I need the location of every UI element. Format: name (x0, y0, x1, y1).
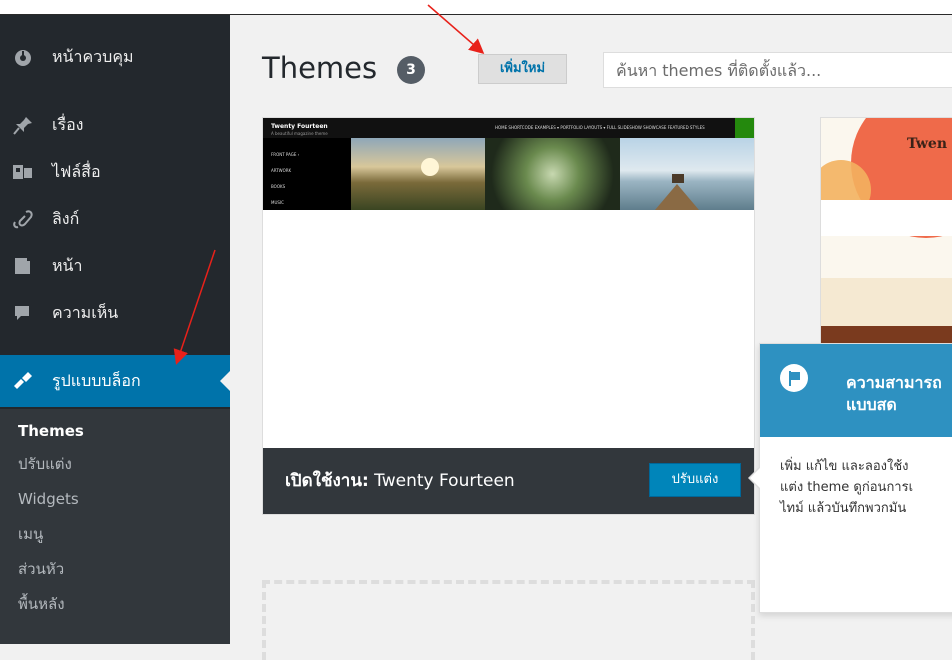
sidebar-item-dashboard[interactable]: หน้าควบคุม (0, 35, 230, 79)
media-icon (12, 162, 34, 182)
sidebar-item-label: รูปแบบบล็อก (52, 371, 141, 390)
theme-card-active[interactable]: Twenty Fourteen A beautiful magazine the… (262, 117, 755, 515)
pointer-body-line: เพิ่ม แก้ไข และลองใช้ง (780, 459, 909, 474)
comment-icon (12, 303, 34, 323)
submenu-themes[interactable]: Themes (18, 421, 84, 441)
submenu-header[interactable]: ส่วนหัว (18, 559, 64, 579)
top-edge (0, 0, 952, 15)
theme-count-badge: 3 (397, 56, 425, 84)
submenu-customize[interactable]: ปรับแต่ง (18, 454, 72, 474)
sidebar-item-links[interactable]: ลิงก์ (0, 197, 230, 241)
theme-card-footer: เปิดใช้งาน: Twenty Fourteen ปรับแต่ง (263, 448, 754, 514)
sidebar-item-label: หน้าควบคุม (52, 47, 134, 66)
screenshot-side-link: ARTWORK (271, 168, 292, 173)
screenshot-tagline: A beautiful magazine theme (271, 131, 328, 136)
submenu-menus[interactable]: เมนู (18, 524, 43, 544)
appearance-icon (12, 370, 34, 390)
pointer-title: ความสามารถ แบบสด (846, 373, 942, 414)
sidebar-item-posts[interactable]: เรื่อง (0, 103, 230, 147)
customize-button[interactable]: ปรับแต่ง (649, 463, 741, 497)
sidebar-item-label: หน้า (52, 256, 83, 275)
flag-icon (780, 364, 808, 392)
screenshot-site-title: Twen (907, 136, 948, 152)
screenshot-search-icon (735, 118, 754, 138)
screenshot-photo-pier (620, 138, 754, 210)
page-icon (12, 256, 34, 276)
screenshot-photo-field (351, 138, 485, 210)
screenshot-side-link: BOOKS (271, 184, 286, 189)
screenshot-site-title: Twenty Fourteen (271, 123, 328, 130)
sidebar-item-appearance[interactable]: รูปแบบบล็อก (0, 355, 230, 407)
sidebar-item-media[interactable]: ไฟล์สื่อ (0, 150, 230, 194)
sidebar-item-pages[interactable]: หน้า (0, 244, 230, 288)
theme-name: Twenty Fourteen (374, 471, 515, 491)
sidebar-item-comments[interactable]: ความเห็น (0, 291, 230, 335)
search-themes-input[interactable] (603, 52, 952, 88)
theme-screenshot: Twen (821, 118, 952, 348)
feature-pointer: ความสามารถ แบบสด เพิ่ม แก้ไข และลองใช้ง … (748, 343, 952, 613)
screenshot-side-link: FRONT PAGE › (271, 152, 300, 157)
add-new-theme-placeholder[interactable] (262, 580, 755, 660)
admin-sidebar: หน้าควบคุม เรื่อง ไฟล์สื่อ ลิงก์ หน้า คว… (0, 15, 230, 644)
add-new-button[interactable]: เพิ่มใหม่ (478, 54, 567, 84)
submenu-widgets[interactable]: Widgets (18, 489, 79, 509)
screenshot-side-link: MUSIC (271, 200, 284, 205)
link-icon (12, 209, 34, 229)
pin-icon (12, 115, 34, 135)
current-indicator (220, 371, 230, 391)
pointer-body-line: ไทม์ แล้วบันทึกพวกมัน (780, 501, 907, 516)
appearance-submenu: Themes ปรับแต่ง Widgets เมนู ส่วนหัว พื้… (0, 409, 230, 644)
screenshot-menu: HOME SHORTCODE EXAMPLES ▾ PORTFOLIO LAYO… (495, 125, 705, 130)
dashboard-icon (12, 47, 34, 67)
sidebar-item-label: ความเห็น (52, 303, 119, 322)
pointer-header: ความสามารถ แบบสด (760, 344, 952, 437)
screenshot-sidebar: FRONT PAGE › ARTWORK BOOKS MUSIC (263, 138, 351, 210)
theme-screenshot: Twenty Fourteen A beautiful magazine the… (263, 118, 754, 210)
pointer-body-line: แต่ง theme ดูก่อนการเ (780, 480, 914, 495)
screenshot-nav: Twenty Fourteen A beautiful magazine the… (263, 118, 754, 138)
sidebar-item-label: ไฟล์สื่อ (52, 162, 101, 181)
sidebar-item-label: ลิงก์ (52, 209, 80, 228)
sidebar-item-label: เรื่อง (52, 115, 84, 134)
pointer-body: เพิ่ม แก้ไข และลองใช้ง แต่ง theme ดูก่อน… (780, 456, 952, 519)
submenu-background[interactable]: พื้นหลัง (18, 594, 65, 614)
screenshot-photo-grass (485, 138, 620, 210)
active-theme-label: เปิดใช้งาน: Twenty Fourteen (285, 471, 515, 491)
page-title: Themes (262, 51, 378, 85)
